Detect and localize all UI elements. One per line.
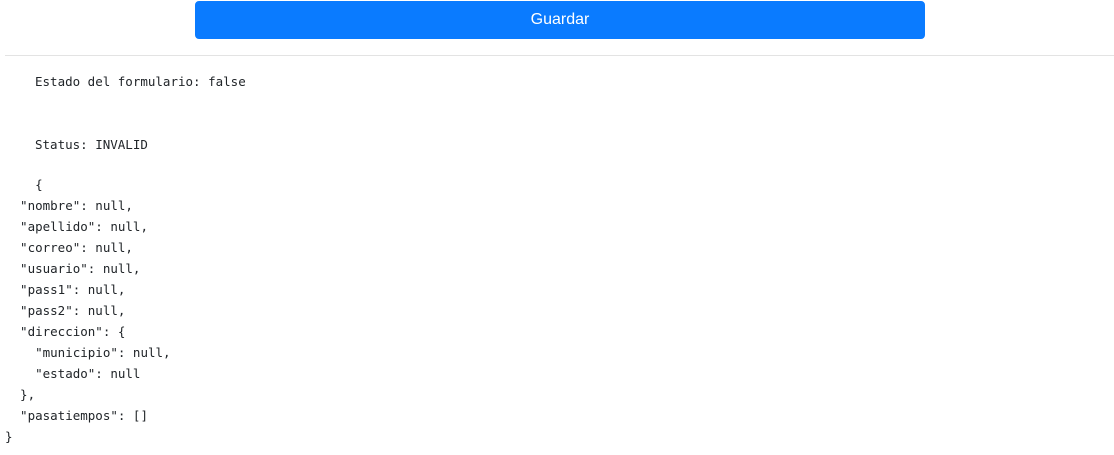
json-line: "pasatiempos": [] (5, 408, 148, 423)
json-line: "direccion": { (5, 324, 126, 339)
json-line: "nombre": null, (5, 198, 133, 213)
json-line: "pass1": null, (5, 282, 126, 297)
json-line: "apellido": null, (5, 219, 148, 234)
json-line: "pass2": null, (5, 303, 126, 318)
json-line: "municipio": null, (5, 345, 171, 360)
json-line: }, (5, 387, 36, 402)
json-line: "correo": null, (5, 240, 133, 255)
form-state-text: Estado del formulario: false (35, 74, 246, 89)
json-line: { (5, 177, 43, 192)
divider (5, 55, 1114, 56)
save-button[interactable]: Guardar (195, 1, 925, 39)
page: Guardar Estado del formulario: false Sta… (0, 0, 1114, 455)
json-line: "usuario": null, (5, 261, 141, 276)
form-value-json: { "nombre": null, "apellido": null, "cor… (5, 174, 171, 447)
json-line: "estado": null (5, 366, 141, 381)
form-status-text: Status: INVALID (35, 137, 148, 152)
json-line: } (5, 429, 13, 444)
